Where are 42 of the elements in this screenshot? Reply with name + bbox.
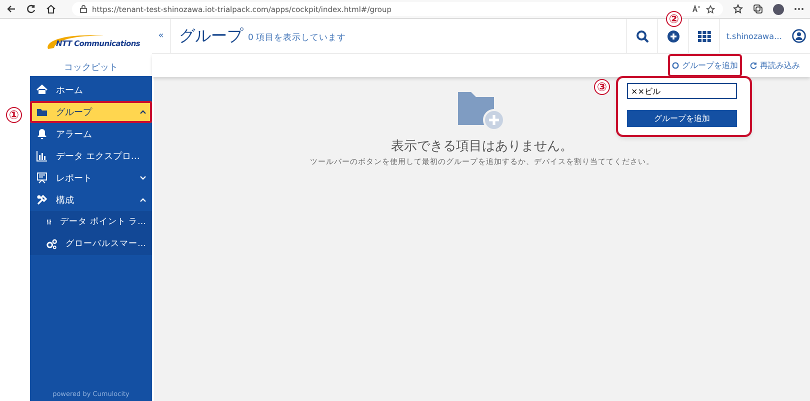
home-icon	[36, 84, 48, 96]
bar-chart-icon	[36, 150, 48, 162]
favorites-icon[interactable]	[733, 4, 743, 14]
user-icon[interactable]	[792, 29, 806, 43]
gears-icon	[46, 238, 58, 250]
empty-state-title: 表示できる項目はありません。	[391, 138, 573, 155]
sidebar-item[interactable]: グローバルスマー…	[30, 233, 152, 255]
profile-avatar[interactable]	[773, 4, 784, 14]
search-icon[interactable]	[636, 30, 649, 42]
add-group-link[interactable]: グループを追加	[668, 54, 742, 77]
sidebar-item[interactable]: データ ポイント ラ…	[30, 211, 152, 233]
bell-icon	[36, 128, 48, 140]
sidebar-item[interactable]: アラーム	[30, 123, 152, 145]
report-icon	[36, 172, 48, 184]
reload-icon	[750, 62, 757, 69]
sidebar-item[interactable]: 構成	[30, 189, 152, 211]
more-icon[interactable]	[794, 7, 804, 11]
sidebar-item[interactable]: レポート	[30, 167, 152, 189]
read-aloud-icon[interactable]	[692, 5, 701, 13]
add-circle-icon[interactable]	[666, 30, 680, 42]
lock-icon	[80, 5, 87, 13]
app-name: コックピット	[64, 62, 118, 74]
page-title: グループ	[179, 26, 243, 46]
callout-number: ①	[6, 107, 22, 123]
sidebar-item[interactable]: データ エクスプロ…	[30, 145, 152, 167]
app-grid-icon[interactable]	[698, 30, 711, 42]
sidebar-item[interactable]: ホーム	[30, 79, 152, 101]
reload-icon[interactable]	[26, 4, 36, 14]
item-count: 0 項目を表示しています	[248, 32, 346, 44]
home-icon[interactable]	[46, 4, 56, 14]
collapse-toggle[interactable]: «	[152, 19, 171, 53]
folder-add-icon	[458, 92, 506, 132]
group-name-field[interactable]: ××ビル	[627, 83, 737, 99]
back-icon[interactable]	[6, 4, 16, 14]
reload-link[interactable]: 再読み込み	[746, 54, 804, 77]
sidebar-item[interactable]: グループ	[30, 101, 152, 123]
favorite-add-icon[interactable]	[706, 4, 715, 14]
collections-icon[interactable]	[753, 4, 763, 14]
user-name[interactable]: t.shinozawa…	[726, 32, 782, 40]
folder-icon	[36, 106, 48, 118]
tools-icon	[36, 194, 48, 206]
add-group-button[interactable]: グループを追加	[627, 110, 737, 127]
